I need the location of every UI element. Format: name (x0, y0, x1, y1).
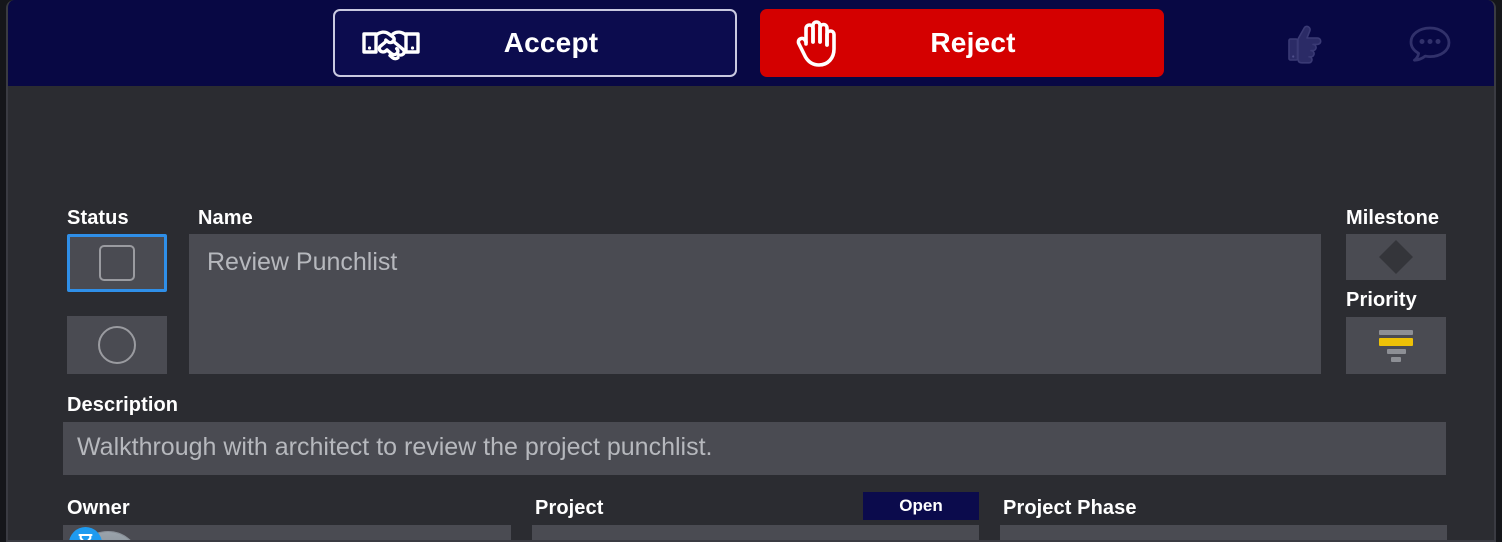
owner-text: Keith Knox Harbor Area Team (161, 536, 331, 540)
comment-bubble-icon[interactable] (1404, 18, 1456, 68)
status-option-circle[interactable] (67, 316, 167, 374)
project-phase-input[interactable]: Ph 1 Finishes Substantial... (1000, 525, 1447, 540)
name-label: Name (198, 207, 253, 229)
priority-selector[interactable] (1346, 317, 1446, 374)
hourglass-icon (69, 526, 102, 540)
project-label: Project (535, 497, 604, 519)
action-bar: Accept Reject (8, 0, 1494, 86)
stop-hand-icon (784, 19, 848, 67)
milestone-toggle[interactable] (1346, 234, 1446, 280)
avatar (69, 526, 141, 540)
diamond-icon (1379, 240, 1413, 274)
description-value: Walkthrough with architect to review the… (77, 433, 713, 461)
name-input[interactable]: Review Punchlist (189, 234, 1321, 374)
form-body: Status Name Review Punchlist Milestone P… (8, 86, 1494, 540)
status-badge-label: Open (899, 496, 943, 515)
project-phase-label: Project Phase (1003, 497, 1137, 519)
thumbs-up-icon[interactable] (1279, 18, 1331, 68)
milestone-label: Milestone (1346, 207, 1440, 229)
status-badge[interactable]: Open (863, 492, 979, 520)
owner-name: Keith Knox (161, 536, 331, 540)
reject-button-label: Reject (930, 27, 1016, 58)
square-outline-icon (99, 245, 135, 281)
status-option-square[interactable] (67, 234, 167, 292)
project-input[interactable]: Clear Creek Industrial PH I (532, 525, 979, 540)
description-label: Description (67, 394, 179, 416)
priority-label: Priority (1346, 289, 1417, 311)
task-approval-card: Accept Reject Status Name Review Punchli… (6, 0, 1496, 542)
handshake-icon (359, 19, 423, 67)
description-input[interactable]: Walkthrough with architect to review the… (63, 422, 1446, 475)
priority-funnel-icon (1379, 329, 1413, 362)
name-value: Review Punchlist (207, 248, 398, 276)
accept-button-label: Accept (503, 27, 599, 58)
circle-outline-icon (98, 326, 136, 364)
status-label: Status (67, 207, 129, 229)
reject-button[interactable]: Reject (760, 9, 1164, 77)
owner-label: Owner (67, 497, 130, 519)
accept-button[interactable]: Accept (333, 9, 737, 77)
owner-field[interactable]: Keith Knox Harbor Area Team (63, 525, 511, 540)
